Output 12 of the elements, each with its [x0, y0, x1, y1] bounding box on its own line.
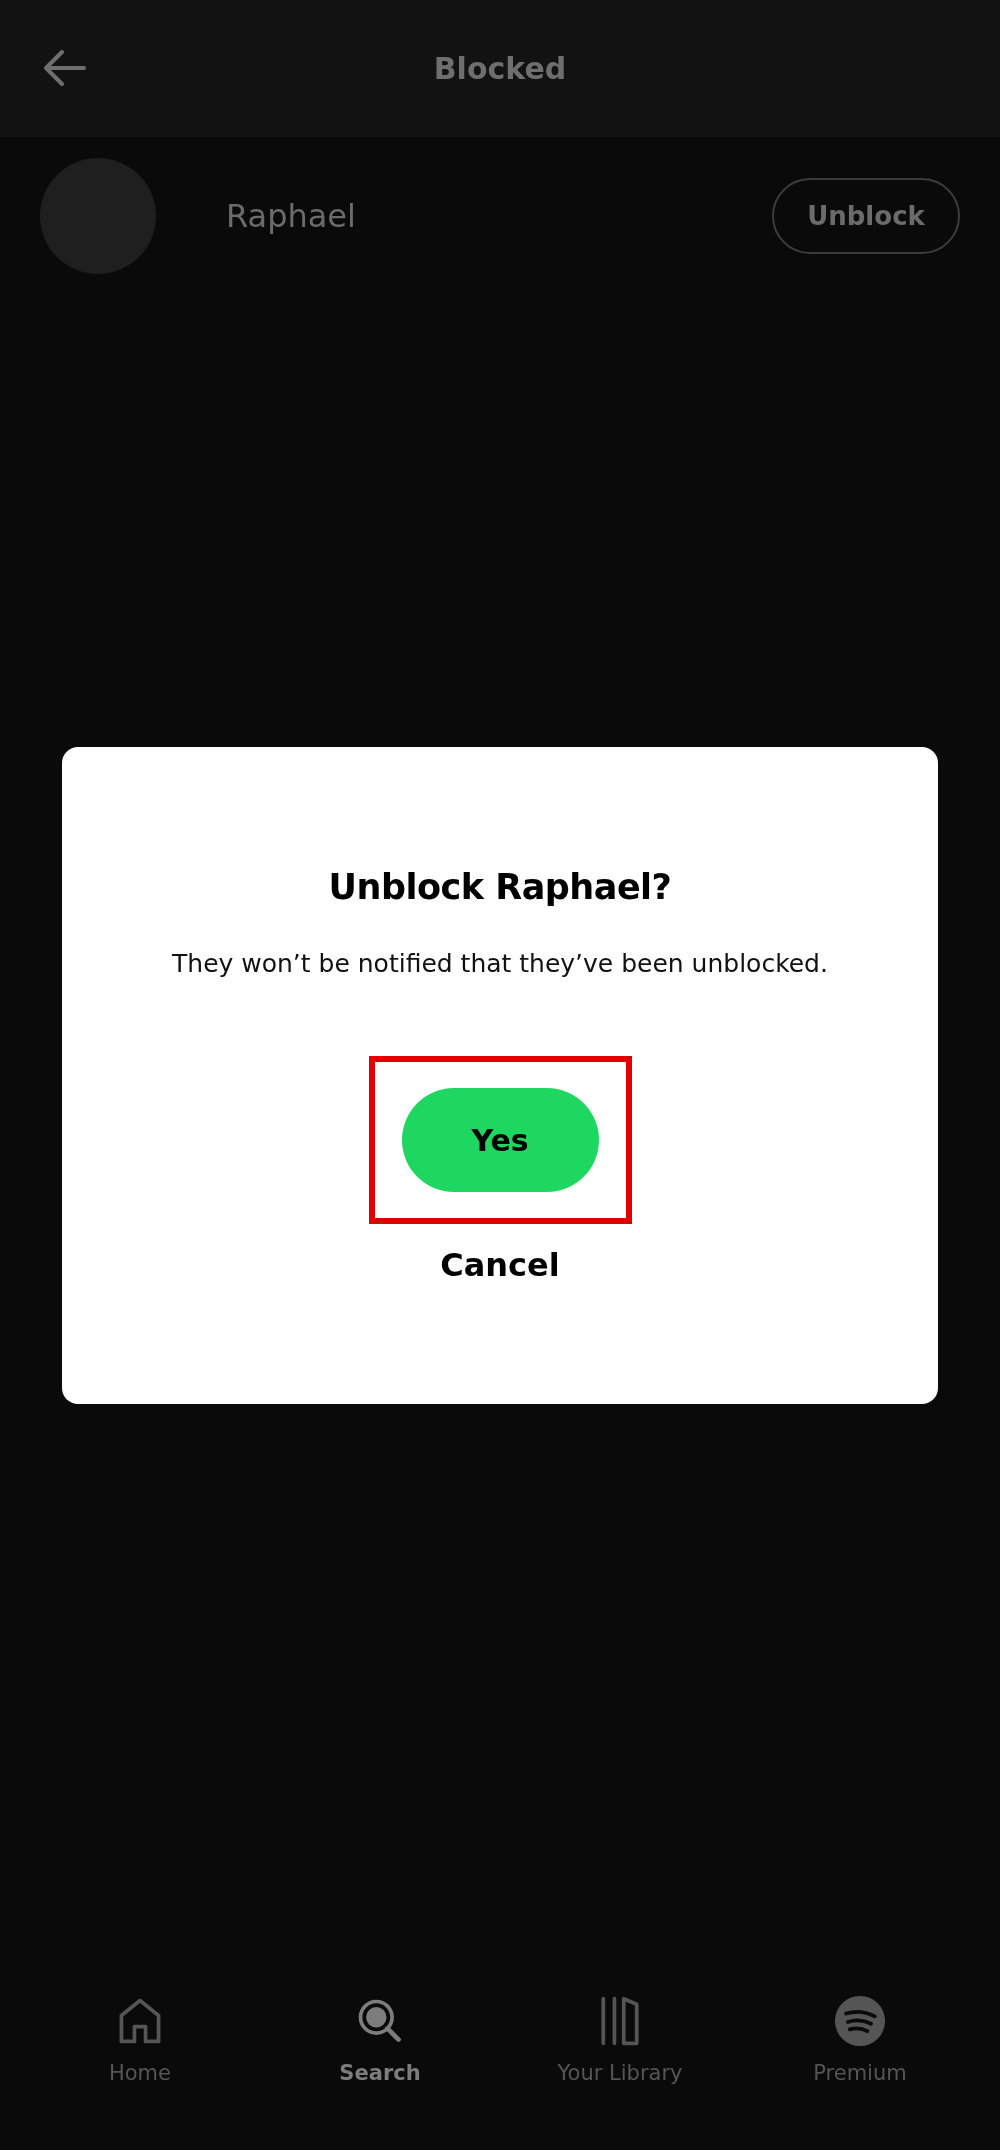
nav-tab[interactable]: Premium — [760, 1994, 960, 2086]
logo-icon — [834, 1995, 886, 2047]
unblock-button[interactable]: Unblock — [772, 178, 960, 254]
yes-button[interactable]: Yes — [401, 1088, 599, 1192]
cancel-button[interactable]: Cancel — [430, 1242, 570, 1288]
user-name: Raphael — [226, 197, 357, 235]
dialog-title: Unblock Raphael? — [328, 867, 672, 907]
nav-tab[interactable]: Your Library — [520, 1994, 720, 2086]
page-title: Blocked — [433, 51, 567, 86]
nav-tab[interactable]: Search — [280, 1994, 480, 2086]
dialog-message: They won’t be notified that they’ve been unblocked. — [172, 949, 828, 978]
nav-tab[interactable]: Home — [40, 1994, 240, 2086]
